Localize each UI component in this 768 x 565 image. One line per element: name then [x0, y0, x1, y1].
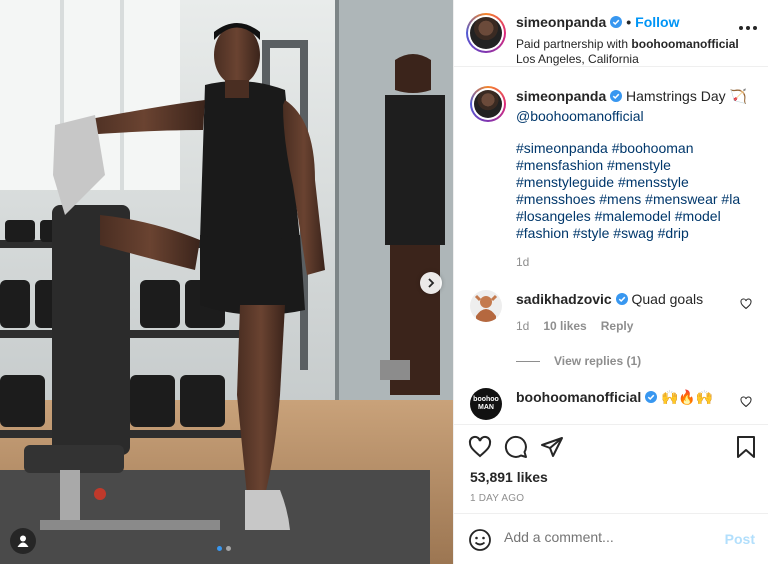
replies-divider: [516, 360, 540, 362]
location-link[interactable]: Los Angeles, California: [516, 52, 739, 67]
heart-icon[interactable]: [740, 298, 752, 310]
verified-badge-icon: [645, 391, 658, 403]
caption-mention[interactable]: @boohoomanofficial: [516, 106, 756, 126]
post-button[interactable]: Post: [725, 531, 755, 547]
comment-text: 🙌🔥🙌: [661, 389, 714, 405]
heart-icon[interactable]: [468, 435, 492, 459]
next-photo-button[interactable]: [420, 272, 442, 294]
caption-time: 1d: [516, 255, 530, 269]
hashtag-line[interactable]: #menstyleguide #mensstyle: [516, 174, 756, 191]
partnership-label: Paid partnership with: [516, 37, 632, 51]
comment-likes[interactable]: 10 likes: [543, 319, 586, 333]
caption-text: Hamstrings Day 🏹: [626, 88, 747, 104]
gym-photo-illustration: [0, 0, 453, 564]
hashtag-line[interactable]: #fashion #style #swag #drip: [516, 225, 756, 242]
comment-avatar[interactable]: [470, 290, 502, 322]
post-date: 1 DAY AGO: [470, 493, 525, 504]
chevron-right-icon: [428, 278, 435, 288]
hashtag-line[interactable]: #mensshoes #mens #menswear #la: [516, 191, 756, 208]
comment-icon[interactable]: [504, 435, 528, 459]
hashtag-line[interactable]: #simeonpanda #boohooman: [516, 140, 756, 157]
post-photo[interactable]: [0, 0, 453, 564]
hashtag-line[interactable]: #losangeles #malemodel #model: [516, 208, 756, 225]
partner-link[interactable]: boohoomanofficial: [631, 37, 738, 51]
carousel-indicator: [217, 546, 231, 551]
dot-separator: •: [626, 14, 632, 30]
verified-badge-icon: [610, 90, 623, 102]
header-username[interactable]: simeonpanda: [516, 14, 606, 30]
follow-button[interactable]: Follow: [635, 14, 679, 30]
more-options-icon[interactable]: [739, 26, 757, 30]
likes-count[interactable]: 53,891 likes: [470, 469, 548, 485]
post-details-panel: simeonpanda • Follow Paid partnership wi…: [453, 0, 768, 564]
reply-button[interactable]: Reply: [601, 319, 634, 333]
post-header: simeonpanda • Follow Paid partnership wi…: [454, 0, 768, 67]
verified-badge-icon: [610, 16, 623, 28]
verified-badge-icon: [615, 293, 628, 305]
user-tag-button[interactable]: [10, 528, 36, 554]
comment-avatar[interactable]: boohoo MAN: [470, 388, 502, 420]
caption-username[interactable]: simeonpanda: [516, 88, 606, 104]
action-bar: 53,891 likes 1 DAY AGO: [454, 424, 768, 504]
add-comment-bar: Post: [454, 513, 768, 565]
comment-text: Quad goals: [631, 291, 704, 307]
view-replies-button[interactable]: View replies (1): [516, 354, 641, 368]
hashtags: #simeonpanda #boohooman #mensfashion #me…: [516, 140, 756, 242]
view-replies-label: View replies (1): [554, 354, 642, 368]
share-icon[interactable]: [540, 435, 564, 459]
user-tag-icon: [17, 535, 29, 547]
comment-input[interactable]: [504, 529, 704, 545]
hashtag-line[interactable]: #mensfashion #menstyle: [516, 157, 756, 174]
bookmark-icon[interactable]: [735, 435, 757, 459]
brand-logo: boohoo MAN: [473, 396, 499, 411]
comment-time: 1d: [516, 319, 530, 333]
carousel-dot: [226, 546, 231, 551]
caption-avatar[interactable]: [470, 86, 506, 122]
carousel-dot-active: [217, 546, 222, 551]
comment-username[interactable]: boohoomanofficial: [516, 389, 641, 405]
smiley-icon[interactable]: [468, 528, 492, 552]
heart-icon[interactable]: [740, 396, 752, 408]
header-avatar[interactable]: [466, 13, 506, 53]
comment-username[interactable]: sadikhadzovic: [516, 291, 612, 307]
header-subtitle: Paid partnership with boohoomanofficial …: [516, 37, 739, 67]
